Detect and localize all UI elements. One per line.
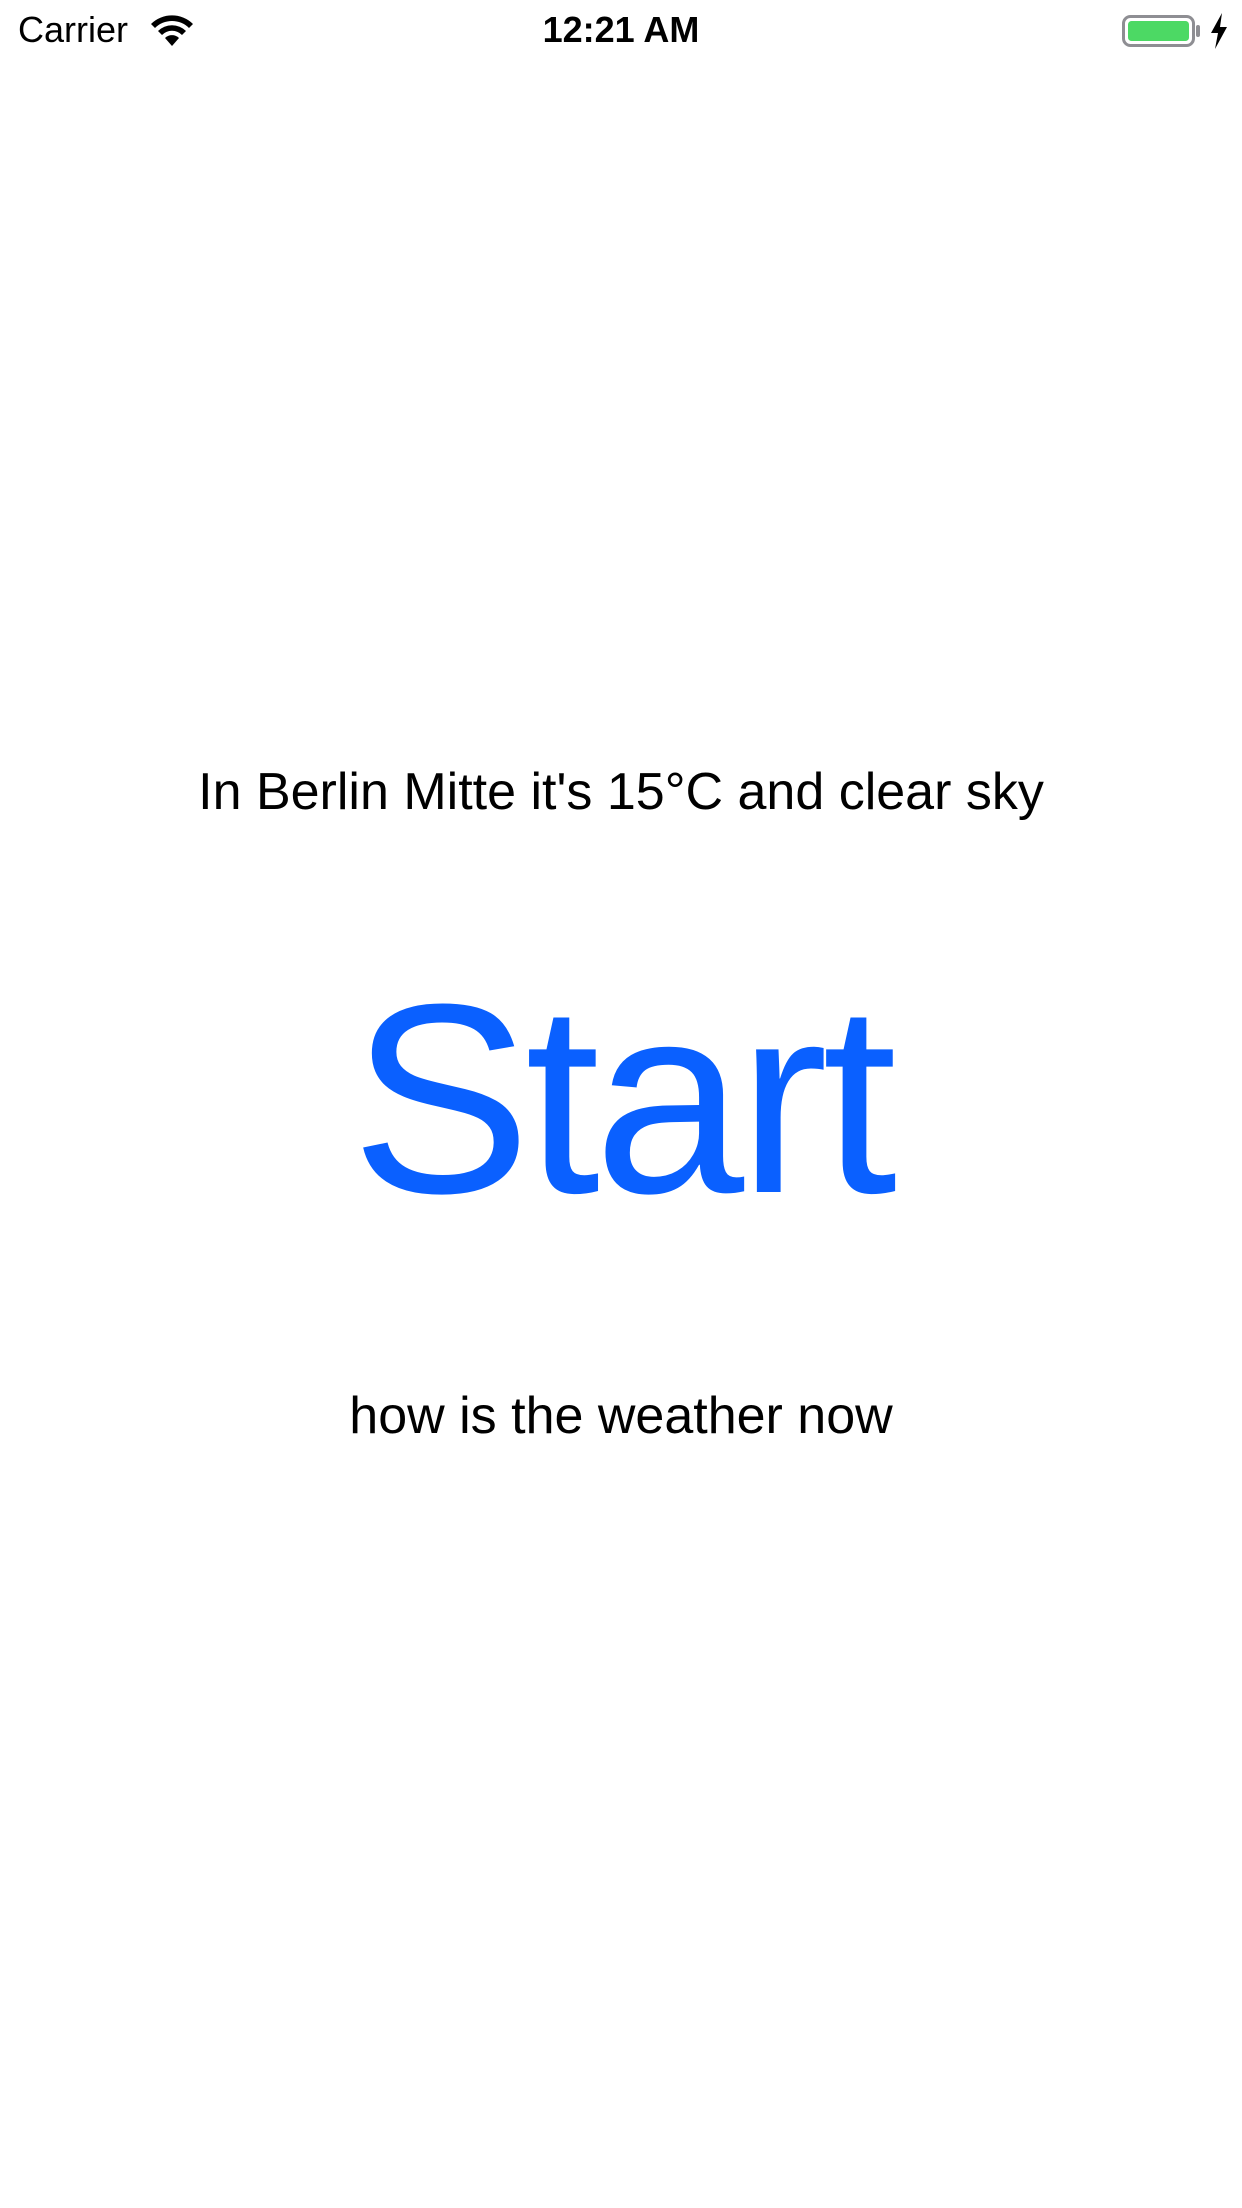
weather-status-text: In Berlin Mitte it's 15°C and clear sky [198,763,1044,821]
status-time: 12:21 AM [542,9,700,50]
battery-icon [1122,15,1200,47]
charging-bolt-icon [1211,13,1227,49]
subtitle-text: how is the weather now [349,1387,893,1445]
app-screen: Carrier 12:21 AM In Berlin Mitte it's 15… [0,0,1242,2208]
start-button[interactable]: Start [0,960,1242,1240]
status-bar: Carrier 12:21 AM [0,0,1242,62]
